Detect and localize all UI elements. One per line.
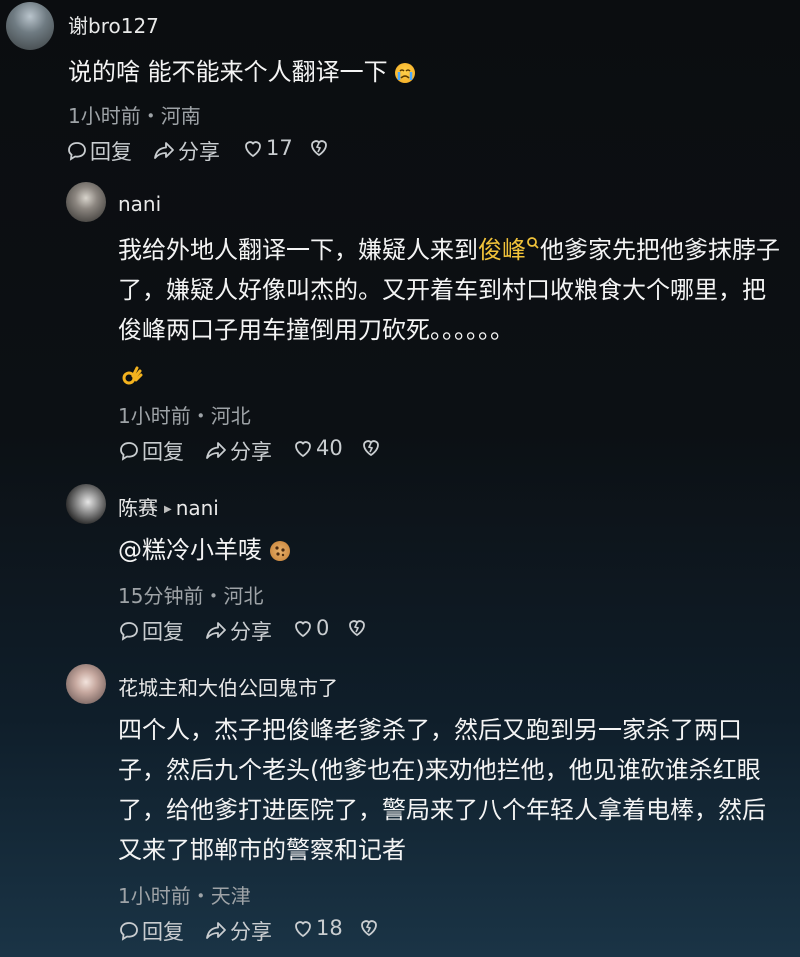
ok-hand-emoji [120,364,144,388]
like-count: 0 [316,616,330,640]
comment-meta: 15分钟前・河北 [118,584,264,608]
comment-actions: 回复 分享 18 [118,916,438,946]
share-button[interactable]: 分享 [204,616,272,646]
broken-heart-icon [349,620,365,637]
share-arrow-icon [154,142,174,159]
comment-actions: 回复 分享 17 [66,136,386,166]
reply-button[interactable]: 回复 [118,916,184,946]
broken-heart-icon [361,920,377,937]
heart-icon [295,621,311,638]
broken-heart-icon [363,440,379,457]
username-text[interactable]: 陈赛 [118,496,158,520]
search-link[interactable]: 俊峰 [478,236,540,264]
comment-actions: 回复 分享 40 [118,436,438,466]
dislike-button[interactable] [360,436,382,458]
username[interactable]: 谢bro127 [68,10,159,39]
reply-button[interactable]: 回复 [118,616,184,646]
heart-icon [295,441,311,458]
comment-actions: 回复 分享 0 [118,616,438,646]
like-count: 40 [316,436,343,460]
reply-bubble-icon [68,142,86,161]
like-button[interactable]: 40 [292,436,343,460]
comment-text: 说的啥 能不能来个人翻译一下 [68,52,768,92]
broken-heart-icon [311,140,327,157]
reply-bubble-icon [120,442,138,461]
crying-emoji [395,63,416,83]
share-arrow-icon [206,922,226,939]
share-arrow-icon [206,442,226,459]
avatar[interactable] [6,2,54,50]
comment-meta: 1小时前・天津 [118,884,251,908]
share-button[interactable]: 分享 [204,916,272,946]
reply-bubble-icon [120,922,138,941]
comment-text-before: 我给外地人翻译一下，嫌疑人来到 [118,236,478,264]
share-button[interactable]: 分享 [204,436,272,466]
dislike-button[interactable] [358,916,380,938]
avatar[interactable] [66,484,106,524]
reply-label: 回复 [142,620,184,644]
like-button[interactable]: 17 [242,136,293,160]
share-button[interactable]: 分享 [152,136,220,166]
cookie-emoji [269,541,290,561]
reply-bubble-icon [120,622,138,641]
like-count: 17 [266,136,293,160]
comment-text: 四个人，杰子把俊峰老爹杀了，然后又跑到另一家杀了两口子，然后九个老头(他爹也在)… [118,716,766,864]
reply-button[interactable]: 回复 [66,136,132,166]
share-label: 分享 [230,920,272,944]
share-arrow-icon [206,622,226,639]
like-count: 18 [316,916,343,940]
search-link-text: 俊峰 [478,236,526,264]
reply-button[interactable]: 回复 [118,436,184,466]
reply-arrow-icon: ▶ [164,504,172,515]
avatar[interactable] [66,664,106,704]
comment-meta: 1小时前・河北 [118,404,251,428]
share-label: 分享 [178,140,220,164]
comment-meta: 1小时前・河南 [68,104,201,128]
search-icon [527,237,539,249]
reply-target[interactable]: nani [176,496,219,520]
comment-text-content: 说的啥 能不能来个人翻译一下 [68,58,388,86]
dislike-button[interactable] [346,616,368,638]
share-label: 分享 [230,620,272,644]
comment-text-content: @糕冷小羊唛 [118,536,262,564]
reply-label: 回复 [142,440,184,464]
comment-text: 我给外地人翻译一下，嫌疑人来到俊峰 他爹家先把他爹抹脖子了，嫌疑人好像叫杰的。又开… [118,230,782,350]
share-label: 分享 [230,440,272,464]
heart-icon [295,921,311,938]
comment-text: @糕冷小羊唛 [118,530,782,570]
like-button[interactable]: 0 [292,616,329,640]
avatar[interactable] [66,182,106,222]
username[interactable]: nani [118,192,161,216]
username[interactable]: 花城主和大伯公回鬼市了 [118,672,338,701]
reply-label: 回复 [142,920,184,944]
dislike-button[interactable] [308,136,330,158]
username: 陈赛 ▶ nani [118,492,219,521]
like-button[interactable]: 18 [292,916,343,940]
reply-label: 回复 [90,140,132,164]
heart-icon [245,141,261,158]
